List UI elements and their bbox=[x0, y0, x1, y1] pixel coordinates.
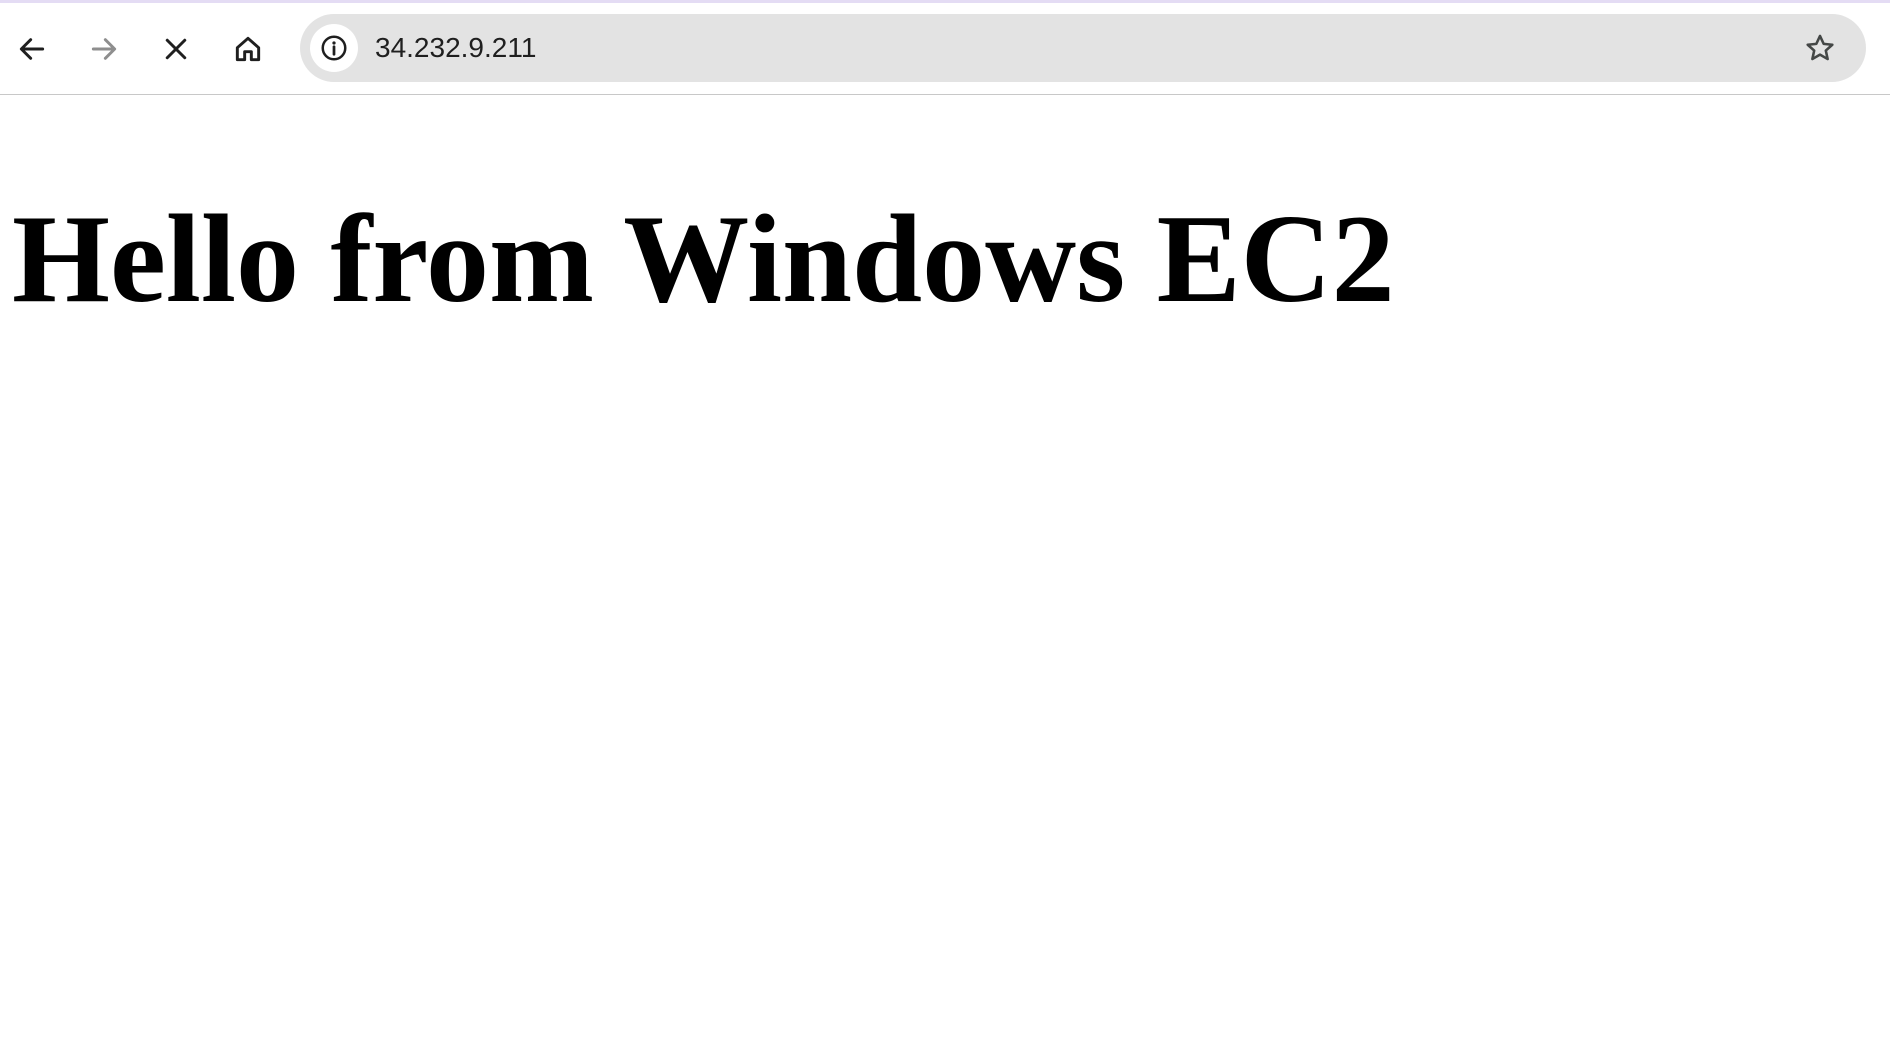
arrow-left-icon bbox=[19, 37, 45, 60]
home-icon bbox=[235, 36, 261, 61]
info-icon bbox=[321, 35, 347, 61]
close-icon bbox=[165, 38, 187, 59]
forward-button[interactable] bbox=[80, 3, 128, 94]
address-bar[interactable]: 34.232.9.211 bbox=[300, 14, 1866, 82]
arrow-right-icon bbox=[91, 37, 117, 60]
home-button[interactable] bbox=[224, 3, 272, 94]
stop-button[interactable] bbox=[152, 3, 200, 94]
page-content: Hello from Windows EC2 bbox=[0, 95, 1890, 1040]
page-title: Hello from Windows EC2 bbox=[12, 190, 1395, 329]
back-button[interactable] bbox=[8, 3, 56, 94]
browser-toolbar: 34.232.9.211 bbox=[0, 3, 1890, 95]
site-info-button[interactable] bbox=[310, 24, 358, 72]
star-icon bbox=[1806, 34, 1834, 61]
url-text[interactable]: 34.232.9.211 bbox=[375, 14, 536, 82]
bookmark-button[interactable] bbox=[1796, 24, 1844, 72]
